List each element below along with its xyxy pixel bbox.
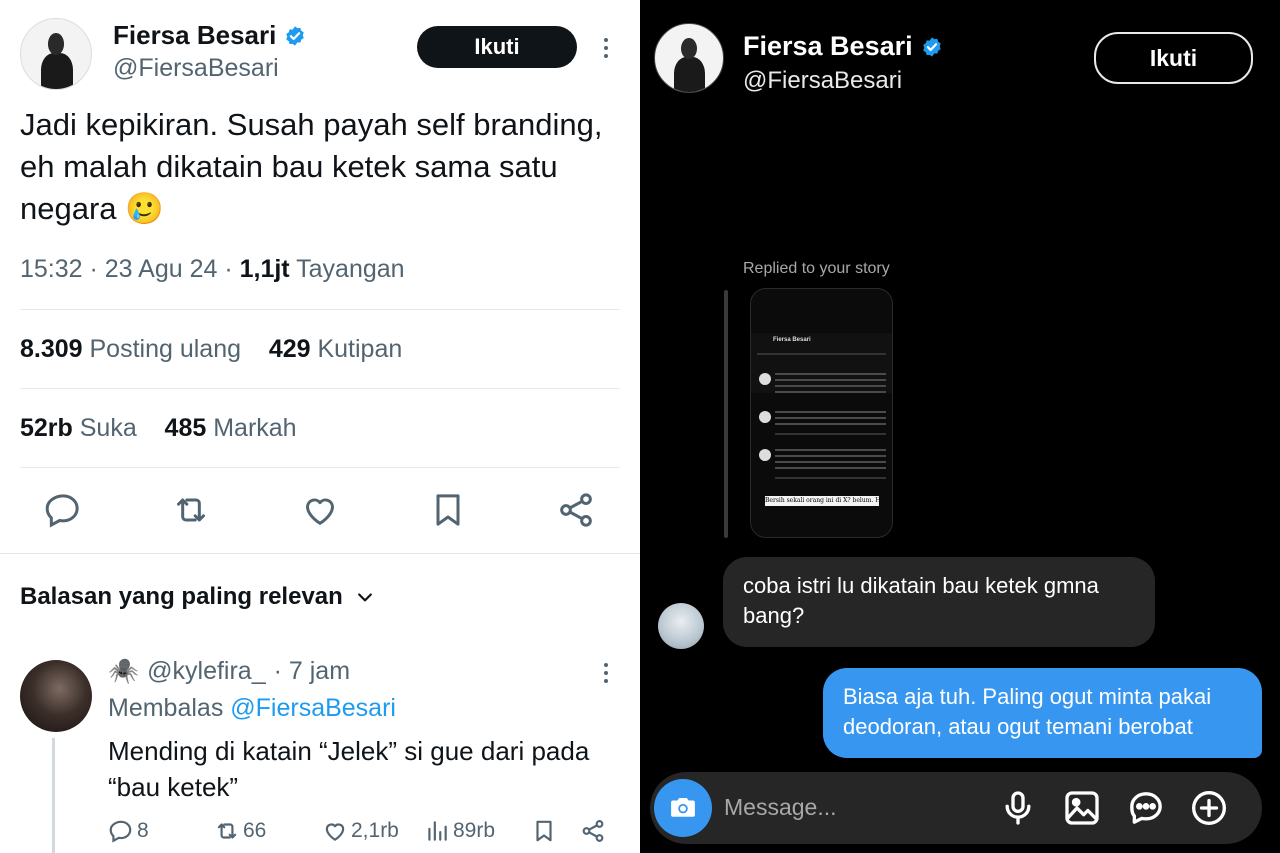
reply-views-button[interactable]: 89rb	[424, 818, 495, 844]
tweet-meta: 15:32 · 23 Agu 24 · 1,1jt Tayangan	[20, 255, 405, 284]
author-handle: @FiersaBesari	[113, 54, 279, 82]
divider	[20, 388, 620, 389]
repost-icon[interactable]	[171, 490, 211, 530]
dm-author-name[interactable]: Fiersa Besari	[743, 31, 913, 62]
views-count: 1,1jt	[239, 255, 290, 283]
reply-share-button[interactable]	[580, 818, 606, 844]
like-bookmark-stats: 52rb Suka 485 Markah	[20, 414, 297, 443]
tweet-action-bar	[0, 490, 640, 534]
more-options-icon[interactable]	[603, 38, 609, 58]
section-separator	[0, 553, 640, 554]
bookmarks-stat[interactable]: 485 Markah	[165, 414, 297, 442]
message-composer: Message...	[650, 772, 1262, 844]
reply-icon	[109, 820, 132, 843]
reply-like-button[interactable]: 2,1rb	[322, 818, 399, 844]
author-name-row: Fiersa Besari	[113, 20, 306, 51]
quotes-stat[interactable]: 429 Kutipan	[269, 335, 402, 363]
reply-bookmark-button[interactable]	[531, 818, 557, 844]
sender-avatar[interactable]	[658, 603, 704, 649]
camera-button[interactable]	[654, 779, 712, 837]
replying-mention[interactable]: @FiersaBesari	[230, 694, 396, 722]
likes-stat[interactable]: 52rb Suka	[20, 414, 137, 442]
dm-author-name-row: Fiersa Besari	[743, 31, 943, 62]
reply-icon[interactable]	[43, 490, 83, 530]
reposts-stat[interactable]: 8.309 Posting ulang	[20, 335, 241, 363]
message-input[interactable]: Message...	[724, 794, 837, 821]
reply-reposts-count: 66	[243, 819, 267, 842]
reply-text: Mending di katain “Jelek” si gue dari pa…	[108, 736, 590, 802]
camera-icon	[671, 798, 695, 817]
dm-author-handle: @FiersaBesari	[743, 67, 903, 94]
bookmark-icon[interactable]	[428, 490, 468, 530]
like-icon[interactable]	[300, 490, 340, 530]
add-circle-icon[interactable]	[1189, 788, 1229, 828]
repost-quote-stats: 8.309 Posting ulang 429 Kutipan	[20, 335, 402, 364]
like-icon	[325, 823, 345, 841]
reply-more-options-icon[interactable]	[603, 663, 609, 683]
replies-sort-label: Balasan yang paling relevan	[20, 583, 343, 610]
divider	[20, 467, 620, 468]
microphone-icon[interactable]	[998, 788, 1038, 828]
tweet-timestamp[interactable]: 15:32 · 23 Agu 24 ·	[20, 255, 240, 283]
reply-views-count: 89rb	[453, 819, 496, 842]
reply-comments-count: 8	[137, 819, 149, 842]
reply-time[interactable]: · 7 jam	[274, 657, 350, 686]
dm-author-avatar[interactable]	[654, 23, 724, 93]
author-name[interactable]: Fiersa Besari	[113, 20, 276, 51]
reply-avatar[interactable]	[20, 660, 92, 732]
divider	[20, 309, 620, 310]
replying-label: Membalas	[108, 694, 231, 722]
dm-follow-button[interactable]: Ikuti	[1094, 32, 1253, 84]
follow-button[interactable]: Ikuti	[417, 26, 577, 68]
reply-header: 🕷️ @kylefira_ · 7 jam	[108, 657, 350, 686]
views-bar-chart-icon	[428, 821, 447, 841]
reply-repost-button[interactable]: 66	[214, 818, 266, 844]
story-reply-bar	[724, 290, 728, 538]
spider-emoji: 🕷️	[108, 657, 140, 685]
outgoing-message[interactable]: Biasa aja tuh. Paling ogut minta pakai d…	[823, 668, 1262, 758]
reply-likes-count: 2,1rb	[351, 819, 399, 842]
dm-panel: Fiersa Besari @FiersaBesari Ikuti Replie…	[640, 0, 1280, 853]
thread-line	[52, 738, 55, 853]
reply-comment-button[interactable]: 8	[108, 818, 149, 844]
sticker-chat-icon[interactable]	[1126, 788, 1166, 828]
story-thumbnail[interactable]: Fiersa Besari Bersih sekali orang ini di…	[750, 288, 893, 538]
tweet-panel: Fiersa Besari @FiersaBesari Ikuti Jadi k…	[0, 0, 640, 853]
views-label: Tayangan	[289, 255, 405, 283]
reply-action-bar: 8 66 2,1rb 89rb	[108, 818, 618, 852]
repost-icon	[217, 823, 237, 839]
verified-badge-icon	[922, 36, 941, 57]
tweet-text: Jadi kepikiran. Susah payah self brandin…	[20, 107, 603, 226]
replies-sort-dropdown[interactable]: Balasan yang paling relevan	[20, 583, 375, 611]
bookmark-icon	[536, 820, 552, 842]
story-caption: Bersih sekali orang ini di X? belum. Har…	[765, 496, 879, 506]
share-icon[interactable]	[556, 490, 596, 530]
chevron-down-icon	[357, 593, 372, 602]
gallery-icon[interactable]	[1062, 788, 1102, 828]
incoming-message[interactable]: coba istri lu dikatain bau ketek gmna ba…	[723, 557, 1155, 647]
story-reply-label: Replied to your story	[743, 260, 890, 277]
replying-to: Membalas @FiersaBesari	[108, 694, 396, 723]
verified-badge-icon	[286, 25, 305, 46]
share-icon	[582, 820, 604, 842]
reply-handle[interactable]: @kylefira_	[147, 657, 265, 686]
author-avatar[interactable]	[20, 18, 92, 90]
